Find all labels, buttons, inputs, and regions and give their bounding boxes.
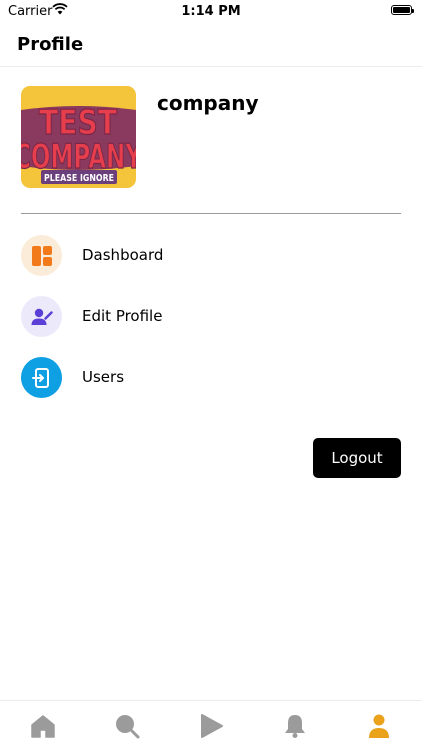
tab-search[interactable] bbox=[114, 713, 140, 739]
status-time: 1:14 PM bbox=[181, 4, 241, 19]
dashboard-icon bbox=[21, 235, 62, 276]
menu-item-edit-profile[interactable]: Edit Profile bbox=[21, 296, 401, 338]
search-icon bbox=[116, 715, 140, 739]
logo-line3: PLEASE IGNORE bbox=[44, 173, 114, 184]
tab-notifications[interactable] bbox=[282, 713, 308, 739]
bell-icon bbox=[285, 715, 305, 738]
menu-label-edit-profile: Edit Profile bbox=[82, 307, 163, 325]
page-title: Profile bbox=[17, 34, 84, 55]
divider bbox=[21, 213, 401, 214]
logout-button[interactable]: Logout bbox=[313, 438, 401, 478]
play-icon bbox=[201, 714, 223, 738]
profile-icon bbox=[369, 714, 389, 738]
tab-play[interactable] bbox=[198, 713, 224, 739]
menu-item-users[interactable]: Users bbox=[21, 357, 401, 399]
tab-bar bbox=[0, 700, 422, 751]
company-name: company bbox=[157, 91, 259, 115]
edit-profile-icon bbox=[21, 296, 62, 337]
menu-item-dashboard[interactable]: Dashboard bbox=[21, 235, 401, 277]
status-bar: Carrier 1:14 PM bbox=[0, 0, 422, 24]
battery-icon bbox=[391, 5, 414, 15]
tab-profile[interactable] bbox=[366, 713, 392, 739]
home-icon bbox=[31, 715, 55, 738]
company-logo: TEST COMPANY PLEASE IGNORE bbox=[21, 86, 136, 188]
menu-label-users: Users bbox=[82, 368, 125, 386]
header: Profile bbox=[0, 26, 422, 67]
menu-label-dashboard: Dashboard bbox=[82, 246, 164, 264]
users-icon bbox=[21, 357, 62, 398]
tab-home[interactable] bbox=[30, 713, 56, 739]
